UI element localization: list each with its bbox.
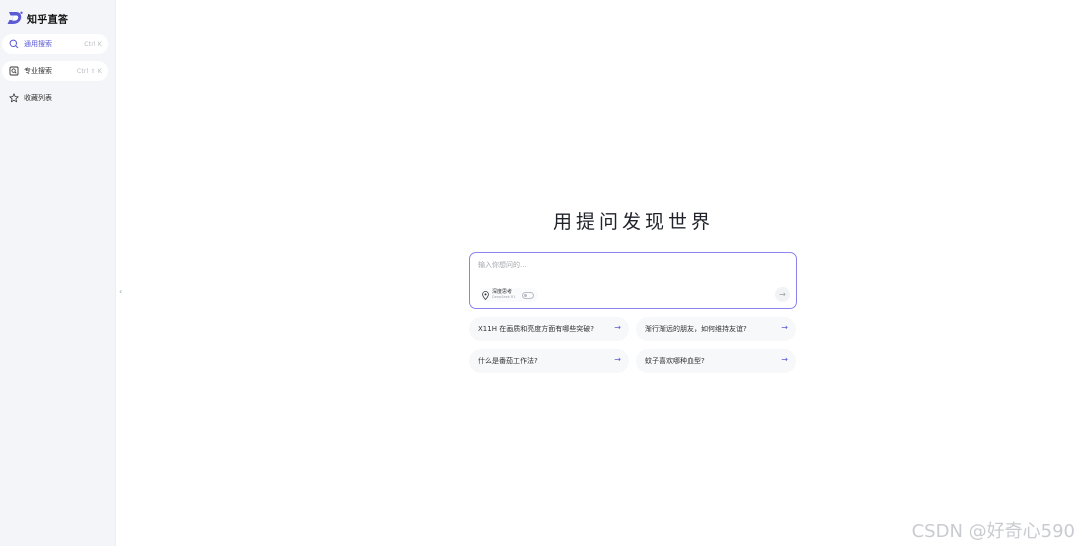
- zhida-logo-icon: [7, 11, 23, 24]
- deep-think-icon: [482, 290, 489, 300]
- brand[interactable]: 知乎直答: [7, 10, 68, 26]
- arrow-right-icon: →: [781, 355, 788, 364]
- send-button[interactable]: →: [775, 287, 790, 302]
- sidebar-item-label: 专业搜索: [24, 67, 52, 75]
- arrow-right-icon: →: [781, 323, 788, 332]
- suggestion-text: 渐行渐远的朋友，如何维持友谊?: [645, 325, 747, 333]
- watermark: CSDN @好奇心590: [911, 521, 1075, 542]
- deep-think-sublabel: DeepSeek R1: [492, 295, 516, 300]
- sidebar-item-label: 通用搜索: [24, 40, 52, 48]
- suggestion-item[interactable]: X11H 在画质和亮度方面有哪些突破? →: [469, 317, 629, 341]
- question-input[interactable]: [476, 260, 780, 270]
- sidebar-item-label: 收藏列表: [24, 94, 52, 102]
- sidebar-item-favorites[interactable]: 收藏列表: [2, 88, 108, 108]
- sidebar-item-general-search[interactable]: 通用搜索 Ctrl K: [2, 34, 108, 54]
- shortcut-hint: Ctrl ⇧ K: [76, 67, 102, 75]
- brand-name: 知乎直答: [27, 14, 69, 26]
- suggestion-item[interactable]: 渐行渐远的朋友，如何维持友谊? →: [636, 317, 796, 341]
- suggestion-text: 什么是番茄工作法?: [478, 357, 538, 365]
- toggle-switch[interactable]: [521, 291, 534, 299]
- search-icon: [9, 39, 19, 49]
- suggestion-text: 蚊子喜欢哪种血型?: [645, 357, 705, 365]
- page-title: 用提问发现世界: [552, 211, 714, 233]
- star-icon: [9, 93, 19, 103]
- suggestion-text: X11H 在画质和亮度方面有哪些突破?: [478, 325, 594, 333]
- sidebar-item-pro-search[interactable]: 专业搜索 Ctrl ⇧ K: [2, 61, 108, 81]
- suggestion-item[interactable]: 蚊子喜欢哪种血型? →: [636, 349, 796, 373]
- deep-think-toggle[interactable]: 深度思考 DeepSeek R1: [480, 288, 538, 302]
- pro-search-icon: [9, 66, 19, 76]
- sidebar-collapse-icon[interactable]: ‹: [119, 287, 122, 296]
- deep-think-labels: 深度思考 DeepSeek R1: [492, 290, 516, 300]
- arrow-right-icon: →: [614, 323, 621, 332]
- shortcut-hint: Ctrl K: [84, 40, 102, 48]
- suggestion-item[interactable]: 什么是番茄工作法? →: [469, 349, 629, 373]
- sidebar: 知乎直答 通用搜索 Ctrl K 专业搜索 Ctrl ⇧ K 收藏列表: [0, 0, 116, 546]
- prompt-box: 深度思考 DeepSeek R1 →: [469, 252, 797, 309]
- arrow-right-icon: →: [614, 355, 621, 364]
